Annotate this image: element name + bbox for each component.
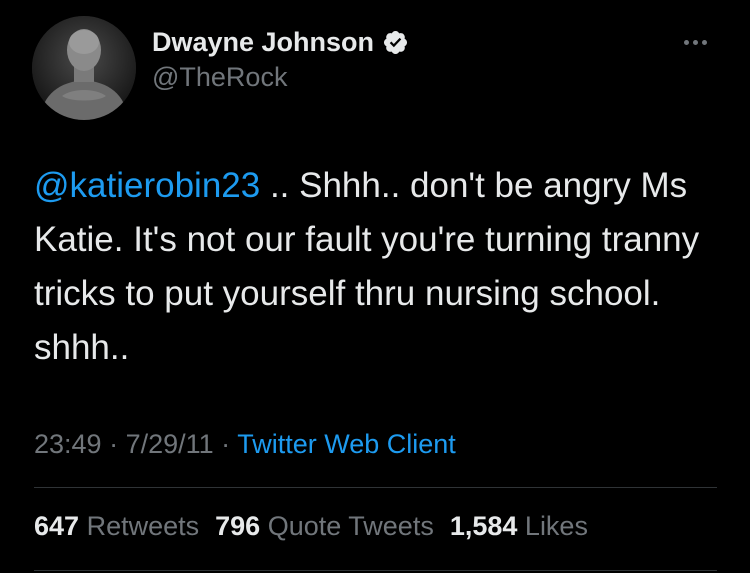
tweet-date[interactable]: 7/29/11 (126, 429, 214, 459)
avatar-photo (32, 16, 136, 120)
tweet-time[interactable]: 23:49 (34, 429, 102, 459)
engagement-stats: 647 Retweets 796 Quote Tweets 1,584 Like… (34, 508, 588, 544)
tweet-meta: 23:49 · 7/29/11 · Twitter Web Client (34, 426, 456, 462)
retweets-stat[interactable]: 647 Retweets (34, 508, 199, 544)
verified-badge-icon (382, 29, 409, 56)
author-handle[interactable]: @TheRock (152, 62, 287, 92)
more-options-button[interactable] (676, 32, 714, 52)
divider (34, 487, 717, 488)
likes-label: Likes (524, 511, 588, 541)
likes-stat[interactable]: 1,584 Likes (450, 508, 588, 544)
quote-tweets-stat[interactable]: 796 Quote Tweets (215, 508, 434, 544)
quote-tweets-label: Quote Tweets (267, 511, 434, 541)
retweets-label: Retweets (86, 511, 200, 541)
meta-separator: · (213, 429, 238, 459)
tweet-source-link[interactable]: Twitter Web Client (237, 429, 456, 459)
tweet-detail: Dwayne Johnson @TheRock @katierobin23 ..… (0, 0, 750, 573)
tweet-text: @katierobin23 .. Shhh.. don't be angry M… (34, 159, 724, 375)
more-dots-icon (683, 39, 689, 45)
quote-tweets-count: 796 (215, 511, 261, 541)
author-display-name[interactable]: Dwayne Johnson (152, 27, 374, 57)
avatar[interactable] (32, 16, 136, 120)
mention-link[interactable]: @katierobin23 (34, 166, 260, 205)
divider (34, 570, 717, 571)
retweets-count: 647 (34, 511, 80, 541)
more-dots-icon (692, 39, 698, 45)
meta-separator: · (101, 429, 126, 459)
likes-count: 1,584 (449, 511, 518, 541)
author-name-row: Dwayne Johnson (152, 27, 409, 57)
more-dots-icon (701, 39, 707, 45)
